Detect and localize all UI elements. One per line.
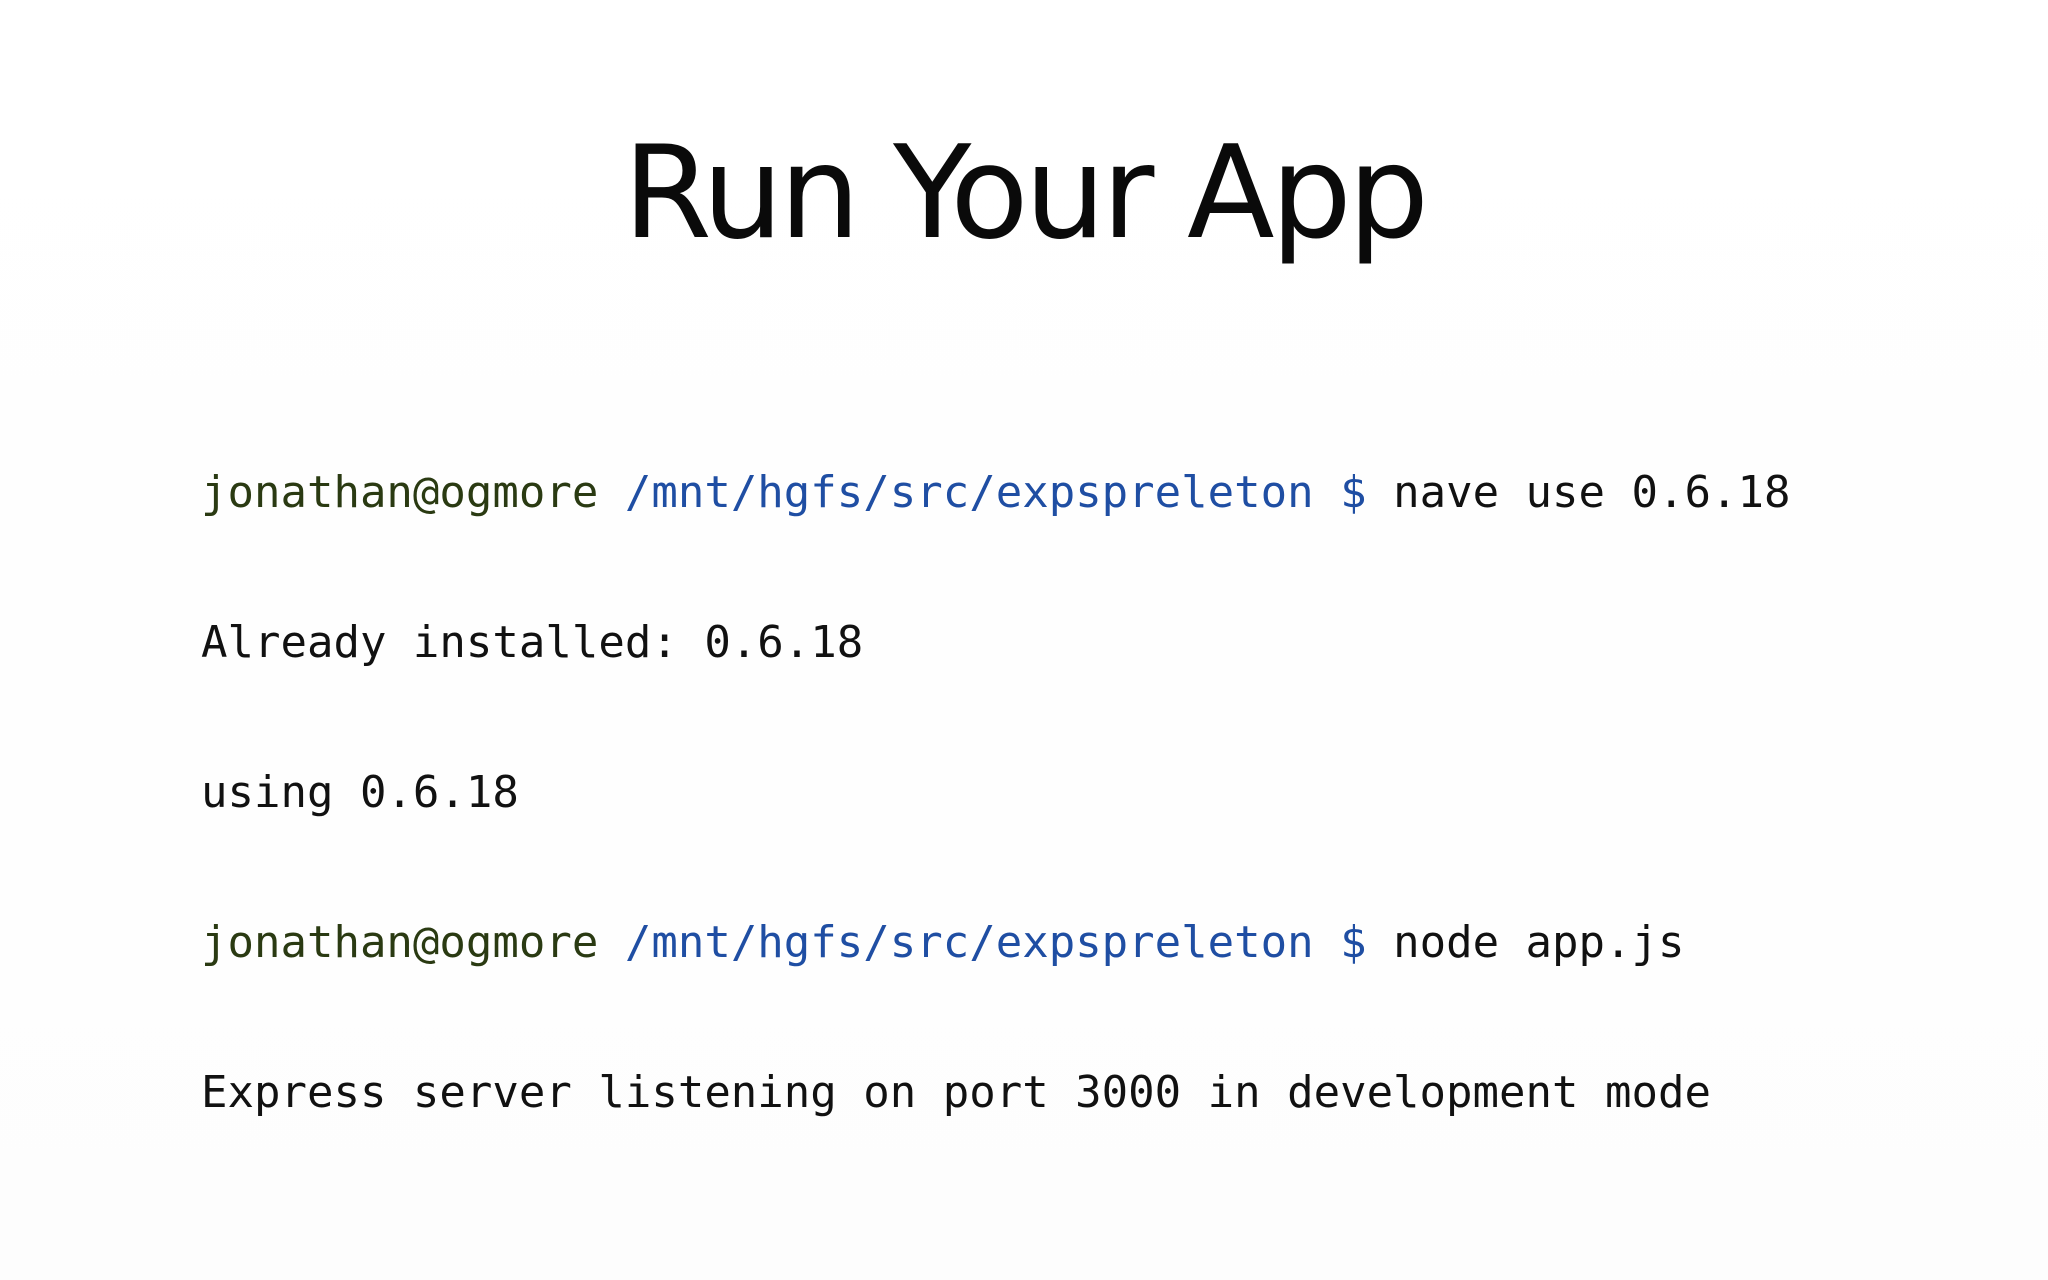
prompt-path: /mnt/hgfs/src/expspreleton <box>624 467 1314 518</box>
prompt-command: node app.js <box>1393 917 1685 968</box>
terminal-line-output: using 0.6.18 <box>201 767 519 818</box>
slide-title: Run Your App <box>622 119 1429 268</box>
terminal-line-output: Express server listening on port 3000 in… <box>201 1067 1711 1118</box>
slide: Run Your App jonathan@ogmore /mnt/hgfs/s… <box>0 0 2048 1280</box>
prompt-path: /mnt/hgfs/src/expspreleton <box>624 917 1314 968</box>
terminal-line-output: Already installed: 0.6.18 <box>201 617 864 668</box>
prompt-sign: $ <box>1340 467 1367 518</box>
prompt-command: nave use 0.6.18 <box>1393 467 1791 518</box>
terminal-output: jonathan@ogmore /mnt/hgfs/src/expsprelet… <box>201 368 1790 1218</box>
terminal-line-prompt: jonathan@ogmore /mnt/hgfs/src/expsprelet… <box>201 468 1790 518</box>
terminal-line-prompt: jonathan@ogmore /mnt/hgfs/src/expsprelet… <box>201 918 1790 968</box>
prompt-user: jonathan@ogmore <box>201 917 599 968</box>
prompt-user: jonathan@ogmore <box>201 467 599 518</box>
prompt-sign: $ <box>1340 917 1367 968</box>
